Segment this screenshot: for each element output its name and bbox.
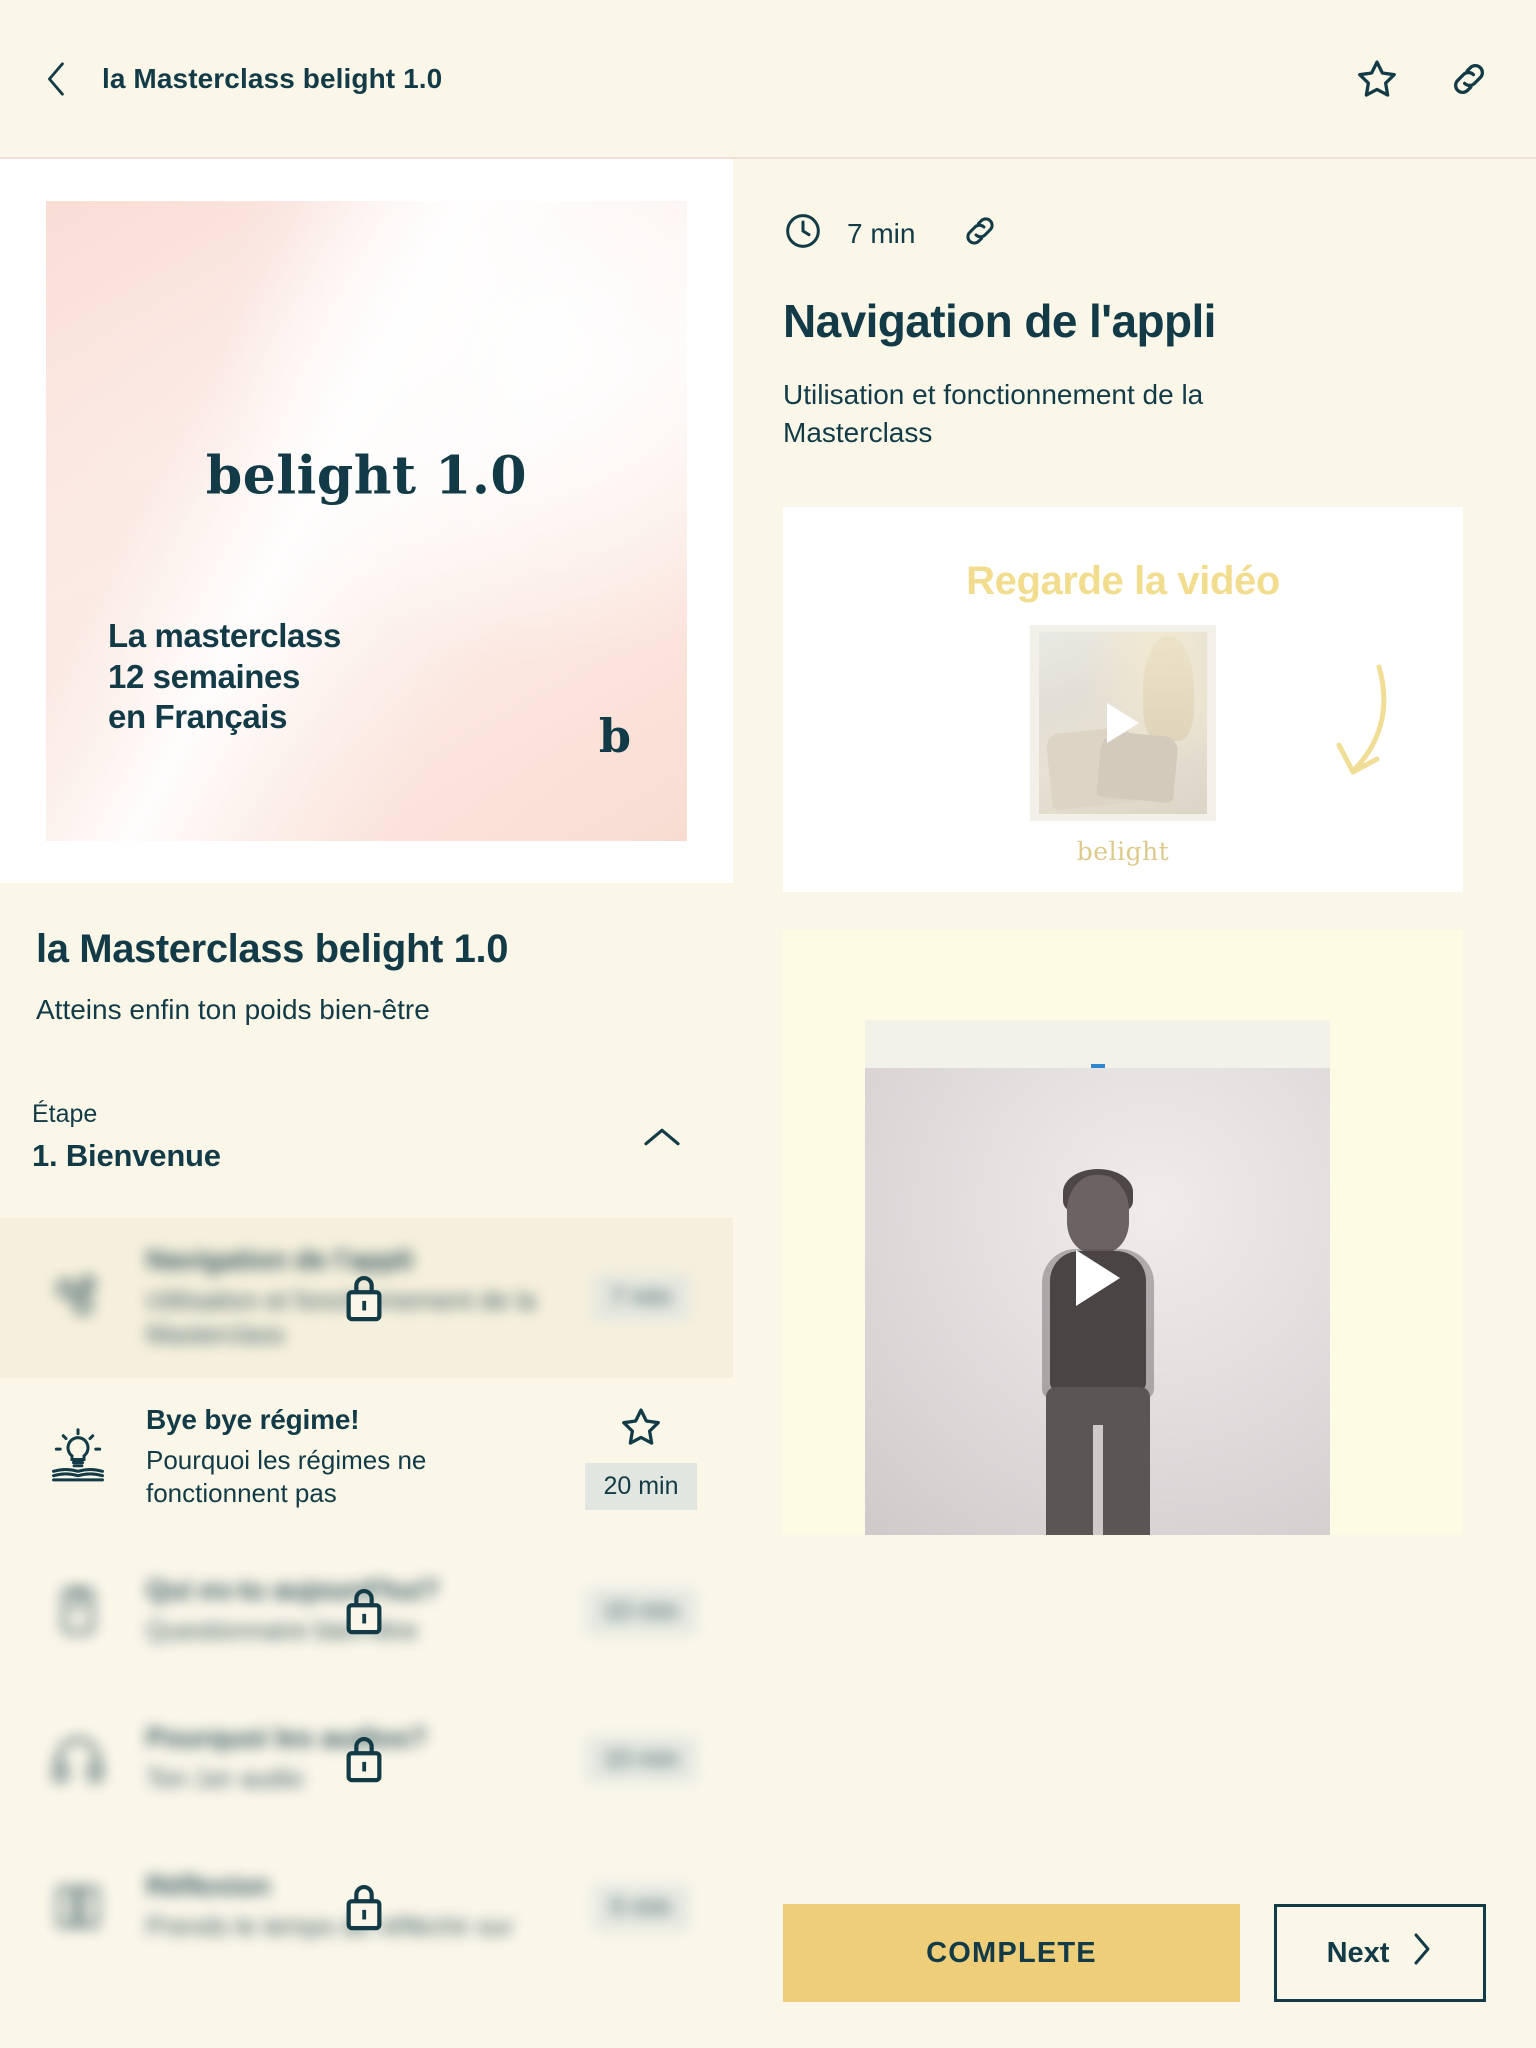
promo-card[interactable]: Regarde la vidéo belight (783, 507, 1463, 893)
list-item[interactable]: Navigation de l'appli Utilisation et fon… (0, 1218, 733, 1378)
step-header-text: Étape 1. Bienvenue (32, 1100, 639, 1174)
course-cover-image: belight 1.0 La masterclass 12 semaines e… (46, 201, 687, 841)
video-player-container[interactable] (783, 930, 1463, 1536)
lock-icon (341, 1879, 387, 1935)
decor-pampas (1143, 635, 1194, 742)
duration-badge: 10 min (585, 1735, 697, 1783)
promo-thumbnail[interactable] (1030, 625, 1216, 822)
lesson-meta: 20 min (577, 1405, 705, 1510)
next-button[interactable]: Next (1274, 1904, 1486, 2002)
lesson-page: la Masterclass belight 1.0 belight 1.0 L… (0, 0, 1536, 2048)
promo-thumbnail-image (1039, 632, 1207, 815)
lesson-detail-title: Navigation de l'appli (783, 295, 1216, 347)
cover-tagline-line-1: La masterclass (108, 617, 341, 655)
star-icon[interactable] (1354, 56, 1400, 102)
cover-tagline-line-2: 12 semaines (108, 657, 300, 695)
list-item[interactable]: Réflexion Prends le temps de réfléchir s… (0, 1833, 733, 1981)
link-icon[interactable] (961, 212, 999, 255)
next-button-label: Next (1326, 1936, 1390, 1969)
step-label: Étape (32, 1100, 98, 1128)
course-subtitle: Atteins enfin ton poids bien-être (36, 994, 430, 1025)
cover-logo: belight 1.0 (205, 445, 528, 507)
promo-brand: belight (1076, 837, 1170, 867)
lesson-meta: 7 min (577, 1274, 705, 1322)
page-title: la Masterclass belight 1.0 (102, 62, 443, 94)
duration-badge: 5 min (592, 1883, 690, 1931)
lesson-detail-description: Utilisation et fonctionnement de la Mast… (783, 379, 1204, 448)
lesson-description: Pourquoi les régimes ne fonctionnent pas (146, 1444, 427, 1509)
video-frame (865, 1020, 1330, 1536)
journal-icon (32, 1879, 124, 1935)
top-bar-left: la Masterclass belight 1.0 (34, 56, 442, 102)
complete-button[interactable]: COMPLETE (783, 1904, 1240, 2002)
lesson-meta: 10 min (577, 1735, 705, 1783)
course-cover-card: belight 1.0 La masterclass 12 semaines e… (0, 159, 733, 883)
duration-badge: 7 min (592, 1274, 690, 1322)
star-icon[interactable] (619, 1405, 663, 1449)
clipboard-icon (32, 1583, 124, 1639)
play-icon[interactable] (1075, 1249, 1120, 1306)
top-bar: la Masterclass belight 1.0 (0, 0, 1536, 159)
lesson-title: Bye bye régime! (146, 1403, 360, 1435)
lesson-text: Bye bye régime! Pourquoi les régimes ne … (124, 1404, 577, 1512)
duration-badge: 20 min (585, 1462, 697, 1510)
subject-head (1066, 1175, 1129, 1254)
clock-icon (783, 211, 823, 256)
promo-heading: Regarde la vidéo (966, 559, 1280, 604)
list-item[interactable]: Bye bye régime! Pourquoi les régimes ne … (0, 1378, 733, 1538)
step-header[interactable]: Étape 1. Bienvenue (0, 1100, 733, 1174)
page-body: belight 1.0 La masterclass 12 semaines e… (0, 159, 1536, 2048)
chevron-up-icon[interactable] (639, 1114, 685, 1160)
list-item[interactable]: Qui es-tu aujourd'hui? Questionnaire bie… (0, 1537, 733, 1685)
cover-tagline: La masterclass 12 semaines en Français (108, 616, 341, 737)
cover-tagline-line-3: en Français (108, 697, 288, 735)
link-icon[interactable] (1446, 56, 1492, 102)
lesson-meta-row: 7 min (783, 159, 1486, 256)
list-item[interactable]: Pourquoi les audios? Ton 1er audio 10 mi… (0, 1685, 733, 1833)
cover-brand-mark: b (598, 709, 631, 763)
duration-badge: 10 min (585, 1587, 697, 1635)
video-subject (1003, 1169, 1193, 1536)
cover-sheen (46, 201, 687, 841)
lock-icon (341, 1270, 387, 1326)
play-icon[interactable] (1107, 703, 1139, 744)
lesson-duration: 7 min (847, 217, 916, 249)
lesson-list: Navigation de l'appli Utilisation et fon… (0, 1218, 733, 1981)
chevron-right-icon (1409, 1931, 1433, 1975)
headphones-icon (32, 1730, 124, 1788)
lock-icon (341, 1583, 387, 1639)
curved-arrow-icon (1291, 659, 1395, 797)
course-title: la Masterclass belight 1.0 (36, 927, 509, 971)
chevron-left-icon[interactable] (34, 56, 80, 102)
lightbulb-book-icon (32, 1427, 124, 1487)
action-bar: COMPLETE Next (783, 1904, 1486, 2002)
lesson-meta: 10 min (577, 1587, 705, 1635)
lesson-detail-panel: 7 min Navigation de l'appli Utilisation … (733, 159, 1536, 2048)
app-navigation-icon (32, 1269, 124, 1327)
lesson-meta: 5 min (577, 1883, 705, 1931)
top-bar-actions (1354, 56, 1492, 102)
subject-leg-gap (1092, 1425, 1103, 1536)
course-sidebar: belight 1.0 La masterclass 12 semaines e… (0, 159, 733, 2048)
step-name: 1. Bienvenue (32, 1138, 221, 1173)
lock-icon (341, 1731, 387, 1787)
